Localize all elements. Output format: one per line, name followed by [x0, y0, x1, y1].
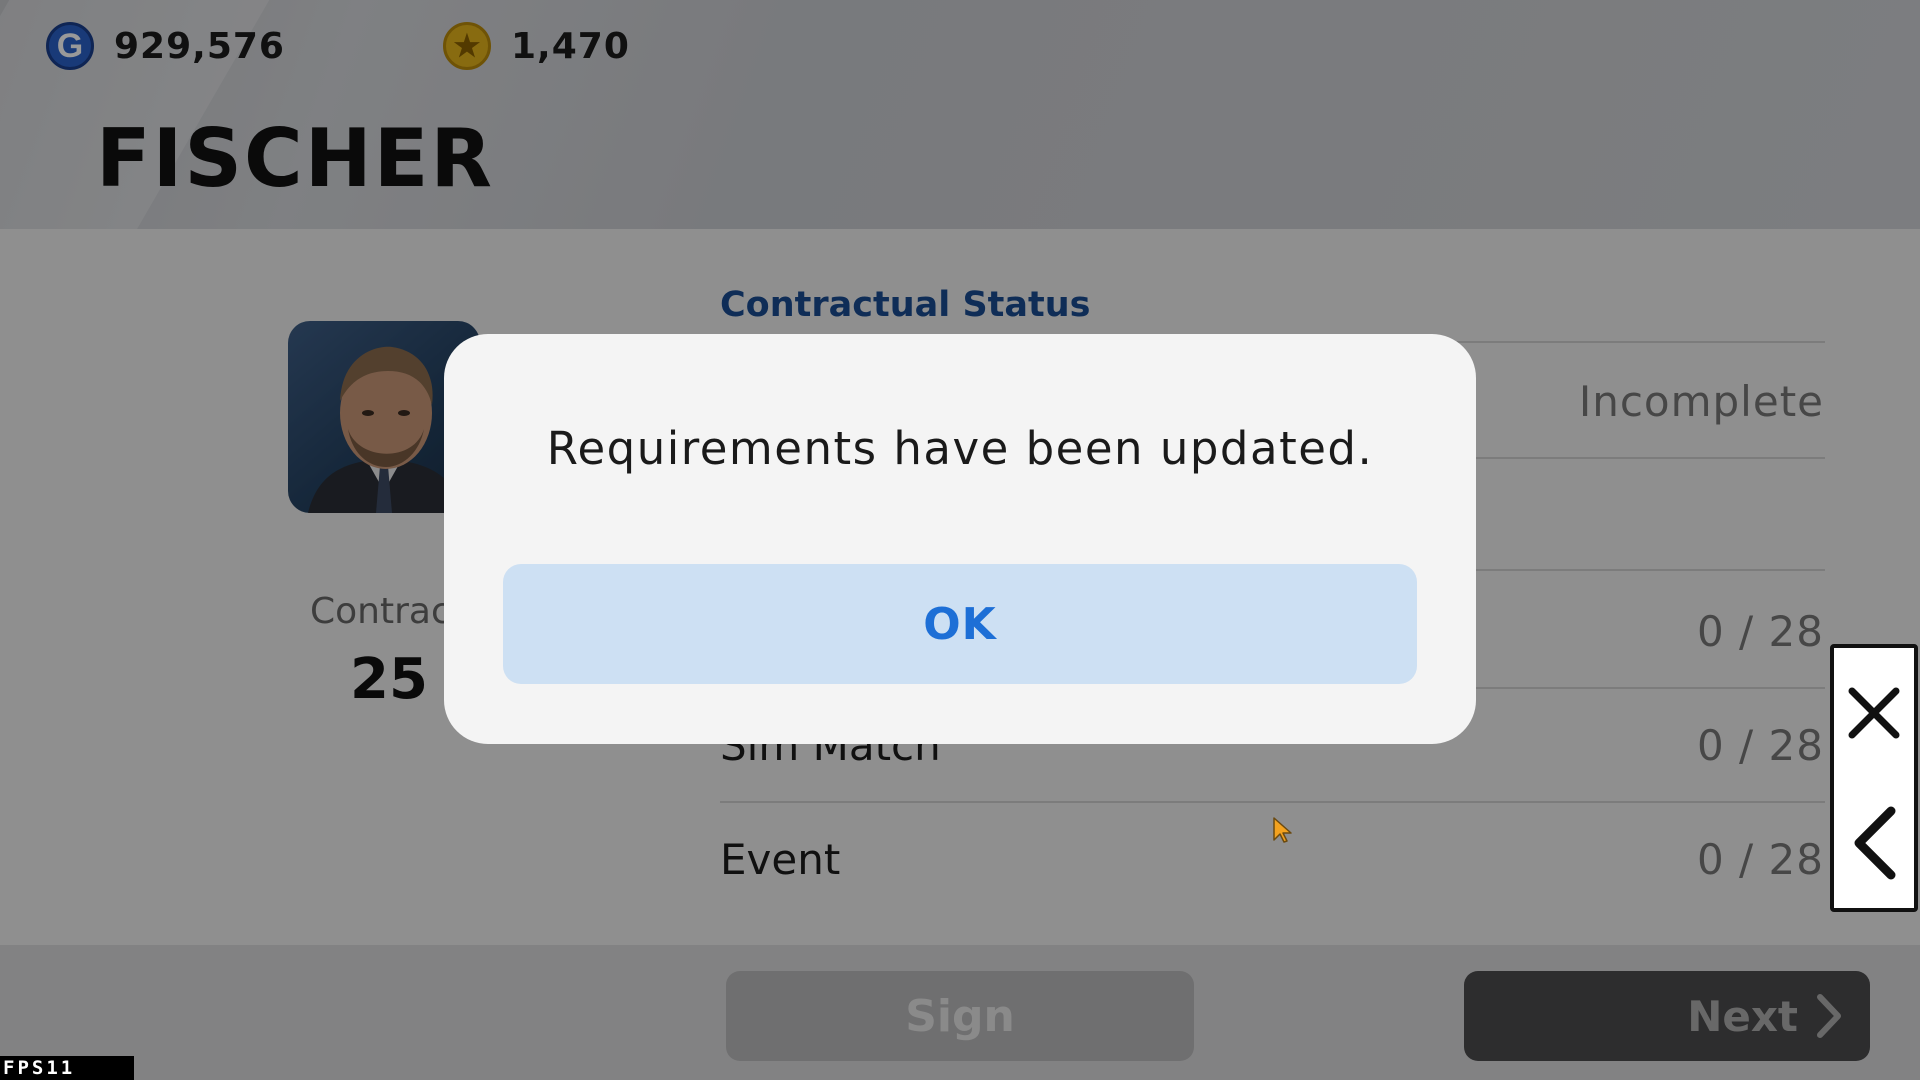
- fps-value: 11: [46, 1057, 76, 1079]
- dialog-message: Requirements have been updated.: [546, 422, 1374, 475]
- mouse-cursor-icon: [1273, 817, 1292, 843]
- close-icon: [1848, 687, 1900, 739]
- close-button[interactable]: [1834, 648, 1914, 778]
- fps-label: FPS: [3, 1057, 47, 1079]
- back-button[interactable]: [1834, 778, 1914, 908]
- back-chevron-icon: [1854, 806, 1896, 880]
- ok-button[interactable]: OK: [503, 564, 1417, 684]
- update-dialog: Requirements have been updated. OK: [444, 334, 1476, 744]
- side-control-panel: [1830, 644, 1918, 912]
- fps-counter: FPS 11: [0, 1056, 134, 1080]
